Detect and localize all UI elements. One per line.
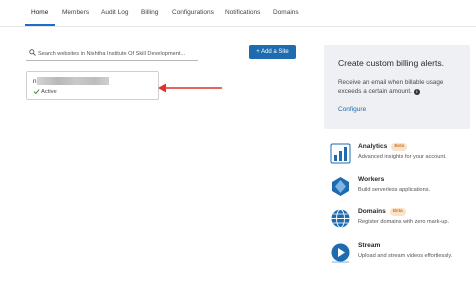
- billing-alerts-panel: Create custom billing alerts. Receive an…: [324, 45, 470, 129]
- tab-audit-log[interactable]: Audit Log: [101, 9, 128, 16]
- tab-notifications[interactable]: Notifications: [225, 9, 260, 16]
- configure-link[interactable]: Configure: [338, 106, 366, 113]
- add-site-button[interactable]: + Add a Site: [249, 45, 296, 59]
- top-nav: Home Members Audit Log Billing Configura…: [0, 0, 476, 27]
- tab-members[interactable]: Members: [62, 9, 89, 16]
- billing-alerts-title: Create custom billing alerts.: [338, 58, 445, 68]
- search-box[interactable]: [26, 47, 198, 61]
- product-name[interactable]: Workers: [358, 176, 384, 183]
- product-analytics[interactable]: Analytics Beta Advanced insights for your…: [330, 143, 470, 169]
- product-description: Register domains with zero mark-up.: [358, 219, 450, 225]
- redacted-site-name: [37, 77, 109, 85]
- info-icon[interactable]: i: [413, 89, 420, 95]
- search-input[interactable]: [38, 49, 198, 59]
- red-arrow-annotation: [158, 83, 222, 93]
- product-name-text[interactable]: Stream: [358, 242, 380, 249]
- product-name[interactable]: Analytics Beta: [358, 143, 408, 151]
- tab-home[interactable]: Home: [31, 9, 48, 16]
- beta-badge: Beta: [389, 208, 406, 216]
- billing-alerts-description: Receive an email when billable usage exc…: [338, 78, 462, 96]
- beta-badge: Beta: [391, 143, 408, 151]
- active-tab-indicator: [25, 24, 55, 26]
- product-name[interactable]: Domains Beta: [358, 208, 406, 216]
- checkmark-icon: [33, 89, 40, 95]
- product-stream[interactable]: Stream Upload and stream videos effortle…: [330, 242, 470, 268]
- workers-icon: [332, 177, 349, 196]
- billing-alerts-description-text: Receive an email when billable usage exc…: [338, 79, 444, 95]
- product-name-text[interactable]: Domains: [358, 208, 386, 215]
- domains-icon: [331, 209, 350, 228]
- product-description: Build serverless applications.: [358, 187, 431, 193]
- site-name[interactable]: n: [33, 78, 37, 85]
- tab-configurations[interactable]: Configurations: [172, 9, 214, 16]
- stream-icon: [331, 243, 350, 263]
- product-description: Advanced insights for your account.: [358, 154, 447, 160]
- product-name[interactable]: Stream: [358, 242, 380, 249]
- site-status: Active: [41, 89, 57, 95]
- tab-domains[interactable]: Domains: [273, 9, 299, 16]
- search-icon: [29, 49, 36, 56]
- product-name-text[interactable]: Workers: [358, 176, 384, 183]
- product-workers[interactable]: Workers Build serverless applications.: [330, 176, 470, 202]
- analytics-icon: [330, 143, 351, 164]
- product-description: Upload and stream videos effortlessly.: [358, 253, 453, 259]
- tab-billing[interactable]: Billing: [141, 9, 158, 16]
- product-name-text[interactable]: Analytics: [358, 143, 387, 150]
- site-card[interactable]: n Active: [26, 71, 159, 100]
- product-domains[interactable]: Domains Beta Register domains with zero m…: [330, 208, 470, 234]
